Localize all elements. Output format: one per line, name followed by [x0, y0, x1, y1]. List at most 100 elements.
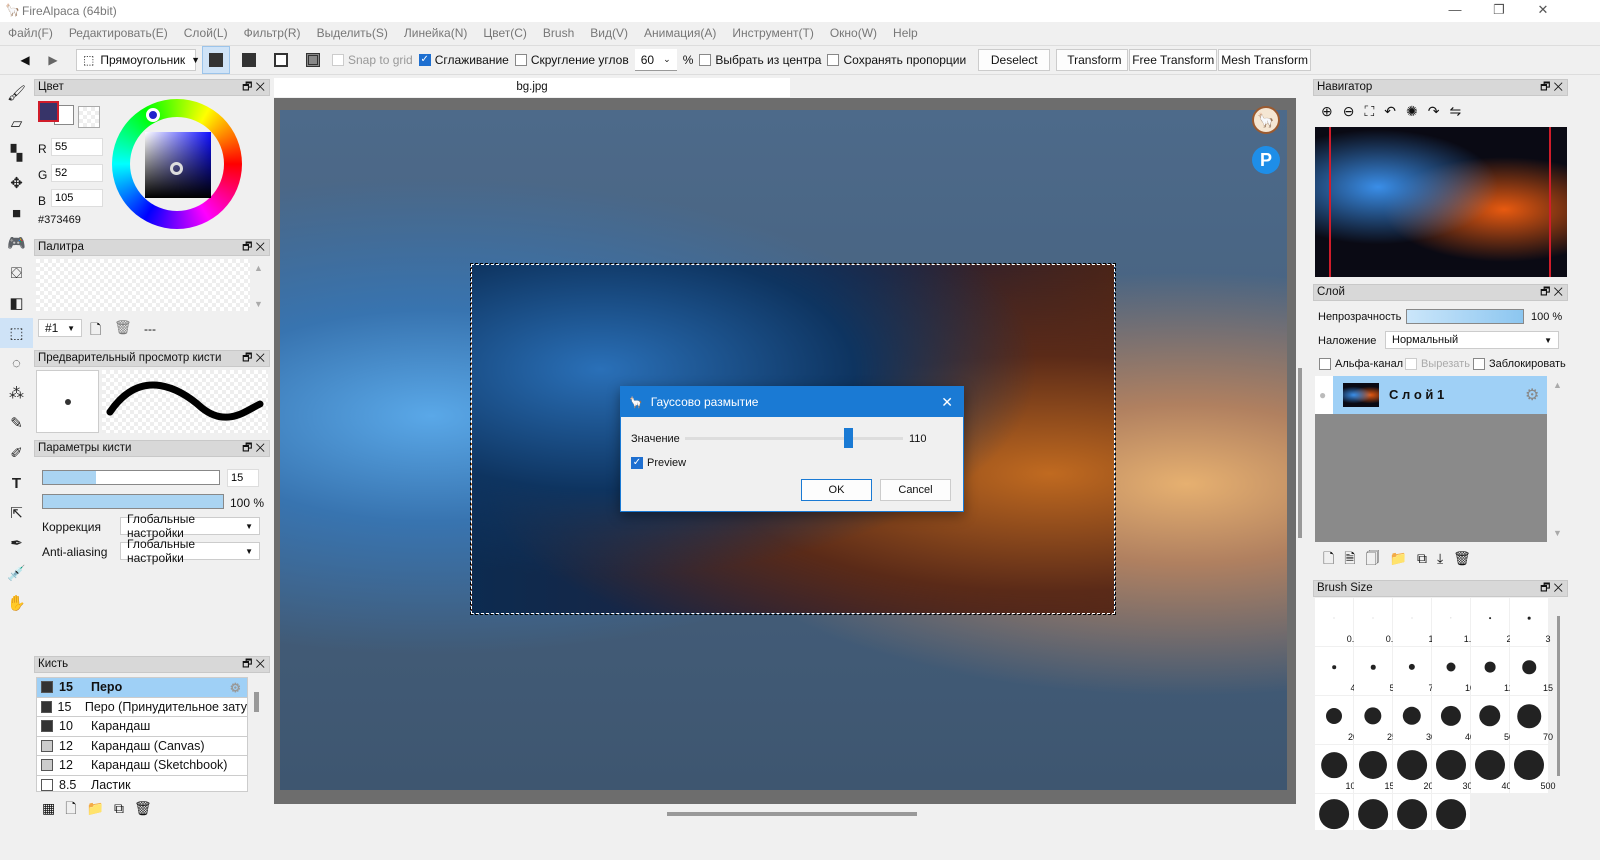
- rotate-right-icon[interactable]: ↷: [1428, 103, 1440, 120]
- brush-size-slider[interactable]: [42, 470, 220, 485]
- delete-brush-icon[interactable]: 🗑: [134, 800, 152, 817]
- brush-size-cell[interactable]: 200: [1393, 745, 1439, 793]
- lock-checkbox[interactable]: Заблокировать: [1473, 358, 1567, 370]
- move-icon[interactable]: ✥: [0, 168, 33, 198]
- menu-item[interactable]: Фильтр(R): [236, 24, 309, 44]
- brush-size-cell[interactable]: 1: [1393, 598, 1434, 646]
- rotate-left-icon[interactable]: ↶: [1384, 103, 1396, 120]
- delete-layer-icon[interactable]: 🗑: [1453, 550, 1471, 567]
- new-folder-icon[interactable]: 📁: [1390, 550, 1407, 567]
- brush-list-item[interactable]: 15 Перо ⚙: [37, 678, 247, 698]
- brush-list-item[interactable]: 12 Карандаш (Canvas): [37, 736, 247, 756]
- new-layer-icon[interactable]: 🗋: [1323, 548, 1334, 572]
- rect-fill-icon[interactable]: ■: [0, 198, 33, 228]
- visibility-icon[interactable]: ●: [1319, 388, 1326, 402]
- brush-size-cell[interactable]: 400: [1471, 745, 1517, 793]
- mode-new-button[interactable]: [202, 46, 230, 74]
- bucket-icon[interactable]: 🎮: [0, 228, 33, 258]
- brush-size-cell[interactable]: 12: [1471, 647, 1514, 695]
- hand-icon[interactable]: ✋: [0, 588, 33, 618]
- brush-size-cell[interactable]: 1.5: [1432, 598, 1476, 646]
- brush-size-cell[interactable]: 2: [1471, 598, 1512, 646]
- brush-size-cell[interactable]: 0.7: [1354, 598, 1398, 646]
- brush-list-scrollbar[interactable]: [254, 692, 259, 712]
- flip-icon[interactable]: ⇋: [1449, 103, 1461, 120]
- layer-settings-icon[interactable]: ⚙: [1525, 385, 1539, 405]
- scroll-up-icon[interactable]: ▲: [1553, 380, 1562, 390]
- brush-size-cell[interactable]: 5: [1354, 647, 1395, 695]
- value-slider-handle[interactable]: [844, 428, 854, 448]
- deselect-button[interactable]: Deselect: [978, 49, 1051, 71]
- new-1bit-layer-icon[interactable]: 🗍: [1366, 548, 1380, 572]
- brush-size-cell[interactable]: 30: [1393, 696, 1436, 744]
- layer-row[interactable]: ● С л о й 1 ⚙: [1315, 376, 1547, 414]
- navigator-thumbnail[interactable]: [1315, 127, 1567, 277]
- correction-select[interactable]: Глобальные настройки ▼: [120, 512, 260, 540]
- panel-float-close-icon[interactable]: 🗗 ✕: [1540, 80, 1563, 95]
- menu-item[interactable]: Слой(L): [176, 24, 236, 44]
- text-icon[interactable]: T: [0, 468, 33, 498]
- prev-icon[interactable]: ◀: [14, 49, 36, 71]
- delete-palette-icon[interactable]: 🗑: [114, 319, 132, 336]
- menu-item[interactable]: Анимация(A): [636, 24, 724, 44]
- alpha-lock-checkbox[interactable]: Альфа-канал: [1319, 358, 1403, 370]
- panel-float-close-icon[interactable]: 🗗 ✕: [242, 80, 265, 95]
- menu-item[interactable]: Окно(W): [822, 24, 885, 44]
- brush-size-cell[interactable]: 4: [1315, 647, 1356, 695]
- reset-rotation-icon[interactable]: ✺: [1406, 103, 1418, 120]
- brush-size-cell[interactable]: 500: [1510, 745, 1556, 793]
- mode-intersect-button[interactable]: [300, 49, 326, 71]
- menu-item[interactable]: Help: [885, 24, 926, 44]
- menu-item[interactable]: Редактировать(E): [61, 24, 176, 44]
- brush-list-item[interactable]: 10 Карандаш: [37, 717, 247, 737]
- r-input[interactable]: [51, 138, 103, 156]
- minimize-button[interactable]: —: [1440, 2, 1470, 20]
- zoom-in-icon[interactable]: ⊕: [1321, 103, 1333, 120]
- round-corners-checkbox[interactable]: Скругление углов: [514, 53, 629, 67]
- clipping-checkbox[interactable]: Вырезать: [1405, 358, 1470, 370]
- panel-float-close-icon[interactable]: 🗗 ✕: [1540, 581, 1563, 596]
- ok-button[interactable]: OK: [801, 479, 872, 501]
- brush-settings-icon[interactable]: ▦: [42, 800, 55, 817]
- alpaca-icon[interactable]: 🦙: [1252, 106, 1280, 134]
- rect-select-icon[interactable]: ⬚: [0, 318, 33, 348]
- panel-float-close-icon[interactable]: 🗗 ✕: [1540, 285, 1563, 300]
- viewport-indicator[interactable]: [1329, 127, 1551, 277]
- anti-aliasing-select[interactable]: Глобальные настройки ▼: [120, 537, 260, 565]
- brush-size-cell[interactable]: [1393, 794, 1431, 830]
- mode-add-button[interactable]: [236, 49, 262, 71]
- new-8bit-layer-icon[interactable]: 🗎: [1344, 548, 1355, 572]
- brush-size-scrollbar[interactable]: [1557, 616, 1560, 776]
- brush-size-input[interactable]: [227, 469, 259, 487]
- magic-wand-icon[interactable]: ⁂: [0, 378, 33, 408]
- brush-settings-icon[interactable]: ⚙: [230, 680, 241, 695]
- select-pen-icon[interactable]: ✎: [0, 408, 33, 438]
- brush-size-cell[interactable]: 7: [1393, 647, 1434, 695]
- smoothing-checkbox[interactable]: ✓ Сглаживание: [418, 53, 509, 67]
- duplicate-layer-icon[interactable]: ⧉: [1417, 550, 1427, 567]
- duplicate-brush-icon[interactable]: ⧉: [114, 800, 124, 817]
- vertical-scrollbar[interactable]: [1298, 368, 1302, 538]
- next-icon[interactable]: ▶: [42, 49, 64, 71]
- preview-checkbox[interactable]: ✓ Preview: [631, 457, 686, 469]
- sv-handle[interactable]: [170, 162, 183, 175]
- dot-icon[interactable]: ▚: [0, 138, 33, 168]
- zoom-out-icon[interactable]: ⊖: [1343, 103, 1355, 120]
- free-transform-button[interactable]: Free Transform: [1129, 49, 1218, 71]
- value-slider[interactable]: [685, 428, 903, 448]
- palette-select[interactable]: #1 ▼: [38, 319, 82, 337]
- select-eraser-icon[interactable]: ✐: [0, 438, 33, 468]
- brush-size-cell[interactable]: 0.5: [1315, 598, 1359, 646]
- brush-list-item[interactable]: 8.5 Ластик: [37, 775, 247, 791]
- keep-proportions-checkbox[interactable]: Сохранять пропорции: [827, 53, 966, 67]
- shape-select[interactable]: ⬚ Прямоугольник ▼: [76, 49, 200, 71]
- brush-size-cell[interactable]: 3: [1510, 598, 1551, 646]
- close-button[interactable]: ✕: [1528, 2, 1558, 20]
- new-brush-icon[interactable]: 🗋: [65, 798, 76, 822]
- blend-select[interactable]: Нормальный ▼: [1385, 331, 1559, 349]
- brush-size-cell[interactable]: 50: [1471, 696, 1514, 744]
- brush-size-cell[interactable]: 20: [1315, 696, 1358, 744]
- panel-float-close-icon[interactable]: 🗗 ✕: [242, 351, 265, 366]
- round-value-select[interactable]: 60 ⌄: [634, 49, 677, 71]
- mesh-transform-button[interactable]: Mesh Transform: [1218, 49, 1311, 71]
